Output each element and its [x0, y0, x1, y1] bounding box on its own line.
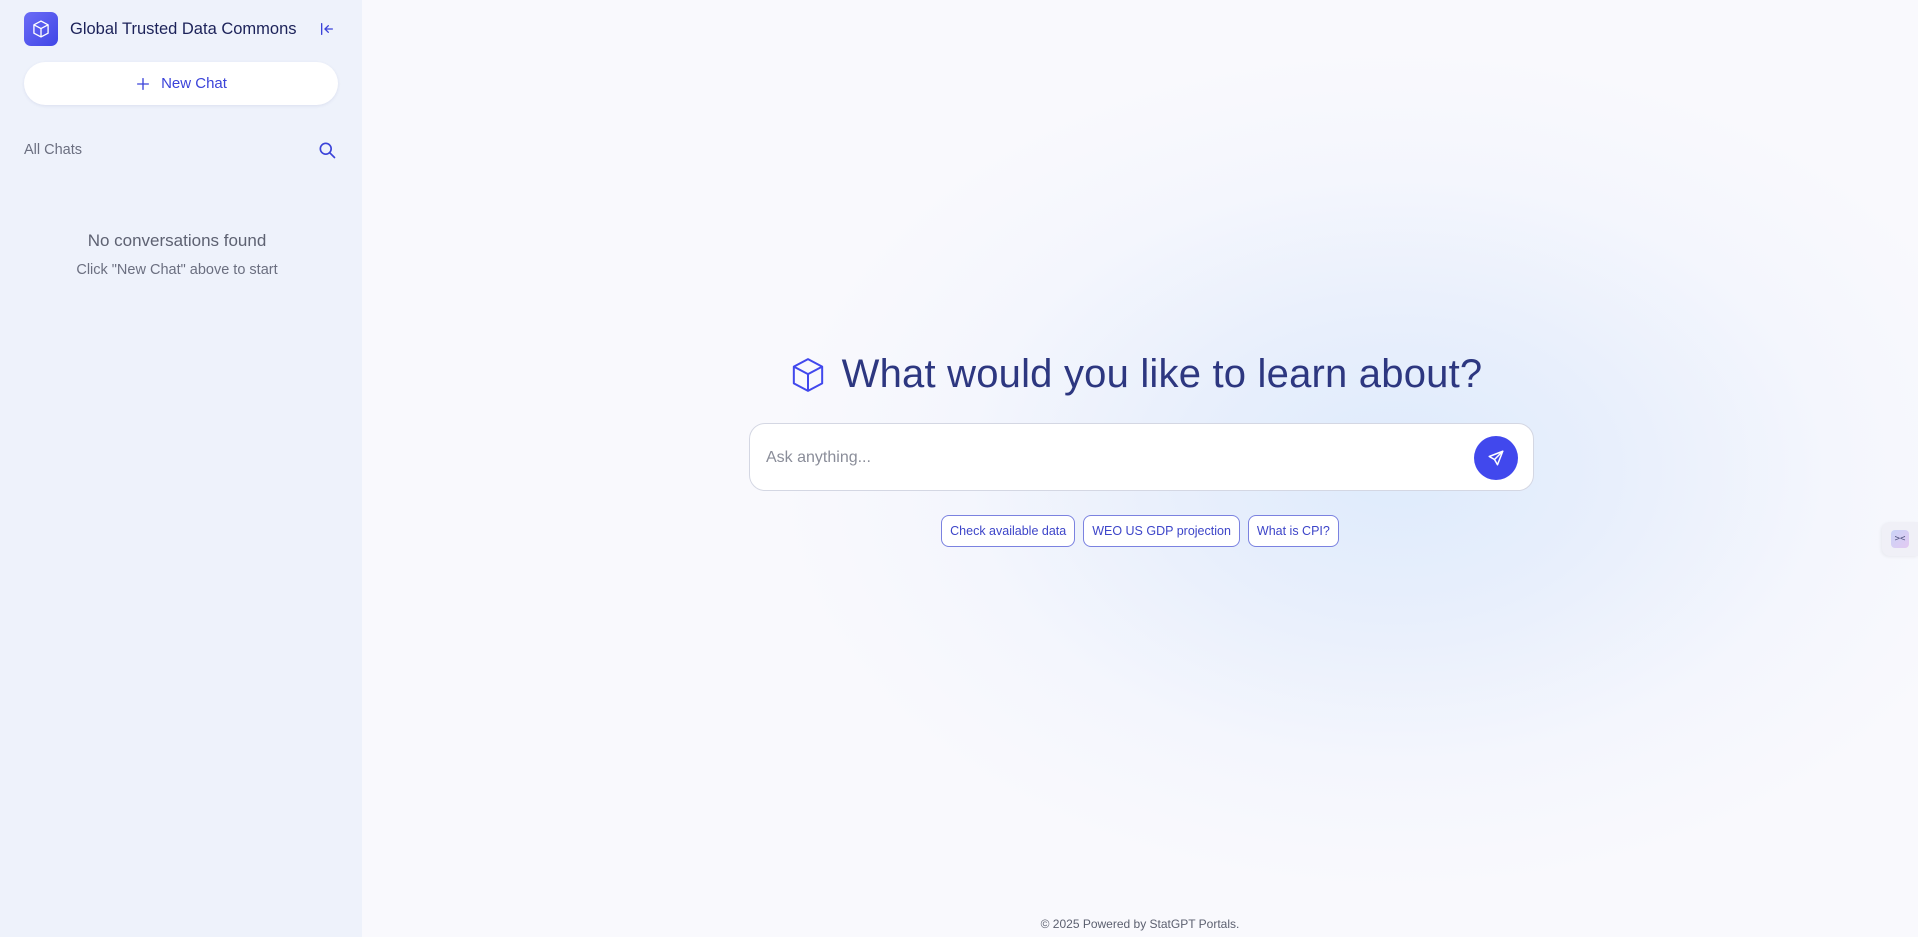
- send-button[interactable]: [1474, 436, 1518, 480]
- plus-icon: [135, 76, 151, 92]
- app-root: Global Trusted Data Commons New Chat All…: [0, 0, 1918, 937]
- cube-icon: [33, 20, 49, 38]
- app-title: Global Trusted Data Commons: [70, 19, 297, 38]
- suggestion-chip[interactable]: Check available data: [941, 515, 1076, 547]
- sidebar: Global Trusted Data Commons New Chat All…: [0, 0, 362, 937]
- widget-icon: ><: [1891, 530, 1909, 548]
- new-chat-label: New Chat: [161, 75, 227, 92]
- collapse-sidebar-icon: [321, 23, 333, 35]
- empty-state-subtitle: Click "New Chat" above to start: [76, 262, 278, 278]
- hero-title: What would you like to learn about?: [841, 352, 1483, 396]
- side-widget-button[interactable]: ><: [1882, 522, 1918, 556]
- search-icon: [319, 142, 336, 159]
- empty-state-title: No conversations found: [87, 231, 267, 250]
- sidebar-header: Global Trusted Data Commons: [24, 12, 338, 46]
- all-chats-heading: All Chats: [24, 142, 83, 158]
- suggestion-chip[interactable]: What is CPI?: [1247, 515, 1339, 547]
- suggestion-chip[interactable]: WEO US GDP projection: [1083, 515, 1240, 547]
- ask-input[interactable]: [766, 444, 1446, 472]
- new-chat-button[interactable]: New Chat: [24, 62, 338, 105]
- hero: What would you like to learn about?: [362, 352, 1918, 397]
- footer-text: © 2025 Powered by StatGPT Portals.: [1040, 917, 1240, 931]
- cube-icon: [792, 357, 823, 392]
- app-logo: [24, 12, 58, 46]
- search-chats-button[interactable]: [317, 140, 337, 160]
- suggestion-chips: Check available data WEO US GDP projecti…: [362, 515, 1918, 547]
- ask-input-container: [749, 423, 1534, 491]
- send-icon: [1488, 450, 1504, 466]
- main-panel: What would you like to learn about? Chec…: [362, 0, 1918, 937]
- collapse-sidebar-button[interactable]: [316, 18, 338, 40]
